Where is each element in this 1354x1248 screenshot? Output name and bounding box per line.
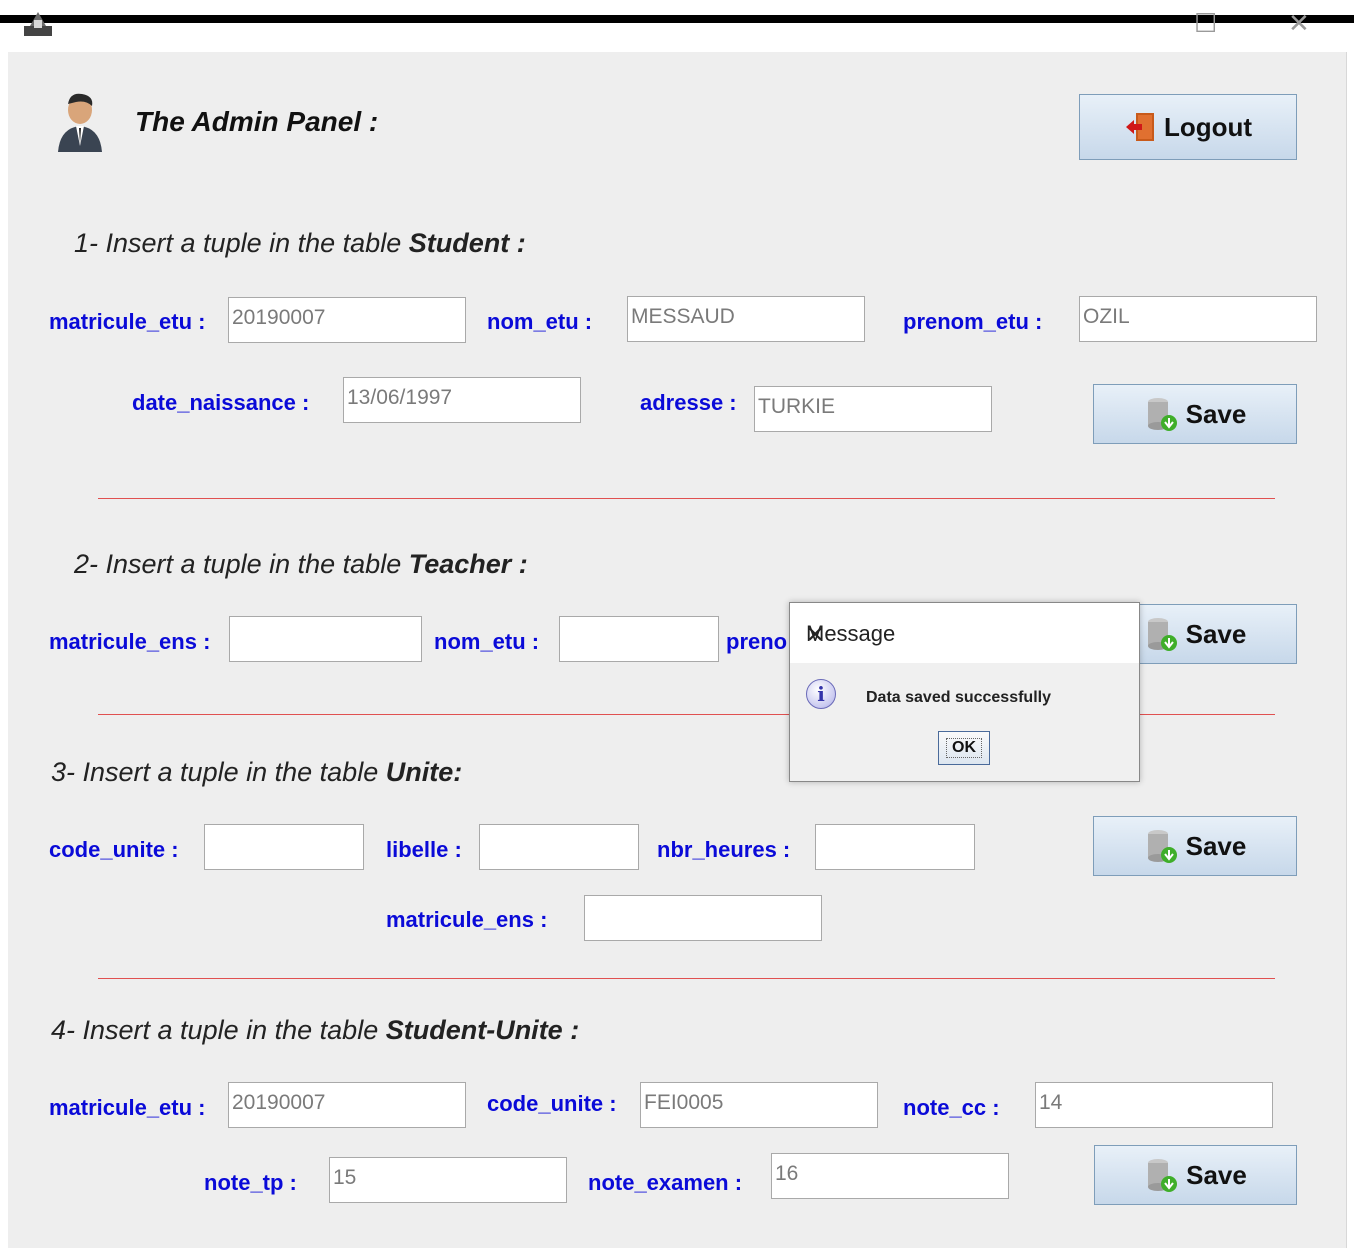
teacher-nom-field[interactable] xyxy=(559,616,719,662)
unite-matricule-label: matricule_ens : xyxy=(386,907,548,932)
student-prenom-field[interactable]: OZIL xyxy=(1079,296,1317,342)
unite-code-field[interactable] xyxy=(204,824,364,870)
su-code-field[interactable]: FEI0005 xyxy=(640,1082,878,1128)
door-exit-icon xyxy=(1125,113,1154,141)
student-date-label: date_naissance : xyxy=(132,390,310,415)
su-note-cc-label: note_cc : xyxy=(903,1095,1000,1120)
su-note-tp-label: note_tp : xyxy=(204,1170,297,1195)
su-note-cc-field[interactable]: 14 xyxy=(1035,1082,1273,1128)
su-save-label: Save xyxy=(1186,1159,1247,1190)
student-save-label: Save xyxy=(1185,398,1247,429)
teacher-matricule-field[interactable] xyxy=(229,616,422,662)
su-matricule-label: matricule_etu : xyxy=(49,1095,206,1120)
student-prenom-label: prenom_etu : xyxy=(903,309,1043,334)
student-nom-field[interactable]: MESSAUD xyxy=(627,296,865,342)
student-nom-label: nom_etu : xyxy=(487,309,593,334)
section-student-unite-title: 4- Insert a tuple in the table Student-U… xyxy=(51,1015,580,1045)
logout-label: Logout xyxy=(1163,111,1253,142)
close-icon[interactable]: ✕ xyxy=(806,621,824,649)
page-title: The Admin Panel : xyxy=(135,106,379,137)
su-save-button[interactable]: Save xyxy=(1094,1145,1297,1205)
student-matricule-field[interactable]: 20190007 xyxy=(228,297,466,343)
student-date-field[interactable]: 13/06/1997 xyxy=(343,377,581,423)
database-save-icon xyxy=(1147,830,1177,863)
separator xyxy=(98,978,1275,979)
dialog-message: Data saved successfully xyxy=(866,689,1051,706)
ok-button[interactable]: OK xyxy=(938,731,990,765)
close-window-icon[interactable]: ✕ xyxy=(1288,10,1310,36)
teacher-matricule-label: matricule_ens : xyxy=(49,629,211,654)
section-unite-title: 3- Insert a tuple in the table Unite: xyxy=(51,757,463,787)
student-matricule-label: matricule_etu : xyxy=(49,309,206,334)
unite-save-label: Save xyxy=(1185,830,1247,861)
database-save-icon xyxy=(1148,1159,1178,1192)
title-bar: ☐ ✕ xyxy=(0,0,1354,52)
unite-nbr-label: nbr_heures : xyxy=(657,837,791,862)
unite-save-button[interactable]: Save xyxy=(1093,816,1297,876)
message-dialog: Message ✕ i Data saved successfully OK xyxy=(789,602,1140,782)
unite-code-label: code_unite : xyxy=(49,837,179,862)
unite-libelle-label: libelle : xyxy=(386,837,462,862)
database-save-icon xyxy=(1147,618,1177,651)
student-adresse-label: adresse : xyxy=(640,390,737,415)
section-teacher-title: 2- Insert a tuple in the table Teacher : xyxy=(74,549,528,579)
ok-label: OK xyxy=(946,738,982,758)
su-code-label: code_unite : xyxy=(487,1091,617,1116)
window-edge xyxy=(1346,52,1354,1248)
su-matricule-field[interactable]: 20190007 xyxy=(228,1082,466,1128)
database-save-icon xyxy=(1147,398,1177,431)
teacher-save-label: Save xyxy=(1185,618,1247,649)
teacher-prenom-label: preno xyxy=(726,629,788,654)
unite-nbr-field[interactable] xyxy=(815,824,975,870)
dialog-title-bar: Message ✕ xyxy=(790,603,1139,663)
teacher-nom-label: nom_etu : xyxy=(434,629,540,654)
admin-avatar-icon xyxy=(58,93,102,152)
su-note-tp-field[interactable]: 15 xyxy=(329,1157,567,1203)
su-note-examen-field[interactable]: 16 xyxy=(771,1153,1009,1199)
unite-libelle-field[interactable] xyxy=(479,824,639,870)
student-save-button[interactable]: Save xyxy=(1093,384,1297,444)
maximize-icon[interactable]: ☐ xyxy=(1194,10,1217,36)
su-note-examen-label: note_examen : xyxy=(588,1170,743,1195)
separator xyxy=(98,498,1275,499)
logout-button[interactable]: Logout xyxy=(1079,94,1297,160)
unite-matricule-field[interactable] xyxy=(584,895,822,941)
section-student-title: 1- Insert a tuple in the table Student : xyxy=(74,228,526,258)
title-bar-line xyxy=(0,15,1354,23)
app-icon xyxy=(24,12,52,36)
student-adresse-field[interactable]: TURKIE xyxy=(754,386,992,432)
info-icon: i xyxy=(806,679,836,709)
